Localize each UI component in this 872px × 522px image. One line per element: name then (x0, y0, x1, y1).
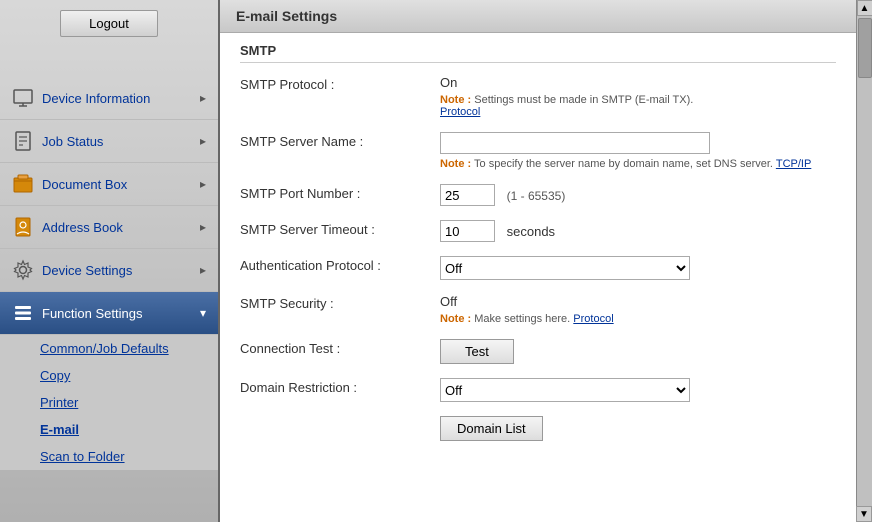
arrow-icon: ▸ (200, 220, 206, 234)
auth-protocol-label: Authentication Protocol : (240, 256, 440, 273)
function-settings-submenu: Common/Job Defaults Copy Printer E-mail … (0, 335, 218, 470)
submenu-item-common-job[interactable]: Common/Job Defaults (0, 335, 218, 362)
arrow-icon: ▸ (200, 134, 206, 148)
sidebar-item-label: Document Box (42, 177, 200, 192)
sidebar-item-address-book[interactable]: Address Book ▸ (0, 206, 218, 249)
smtp-server-name-input[interactable] (440, 132, 710, 154)
sidebar-item-label: Device Settings (42, 263, 200, 278)
smtp-port-range: (1 - 65535) (507, 189, 566, 203)
domain-restriction-value: Off On (440, 378, 836, 402)
auth-protocol-select[interactable]: Off On (440, 256, 690, 280)
device-info-icon (12, 87, 34, 109)
submenu-item-scan-to-folder[interactable]: Scan to Folder (0, 443, 218, 470)
smtp-port-value: (1 - 65535) (440, 184, 836, 206)
smtp-port-input[interactable] (440, 184, 495, 206)
note-text: Make settings here. (474, 313, 570, 325)
logout-button[interactable]: Logout (60, 10, 158, 37)
smtp-security-label: SMTP Security : (240, 294, 440, 311)
scroll-down-button[interactable]: ▼ (856, 506, 872, 522)
sidebar-item-label: Address Book (42, 220, 200, 235)
smtp-protocol-label: SMTP Protocol : (240, 75, 440, 92)
connection-test-value: Test (440, 339, 836, 364)
sidebar-item-label: Job Status (42, 134, 200, 149)
content-area: SMTP SMTP Protocol : On Note : Settings … (220, 33, 856, 522)
sidebar-item-document-box[interactable]: Document Box ▸ (0, 163, 218, 206)
note-text: Settings must be made in SMTP (E-mail TX… (474, 94, 693, 106)
smtp-security-value: Off Note : Make settings here. Protocol (440, 294, 836, 325)
note-label: Note : (440, 94, 471, 106)
connection-test-label: Connection Test : (240, 339, 440, 356)
arrow-icon: ▸ (200, 263, 206, 277)
scroll-up-button[interactable]: ▲ (857, 0, 872, 16)
note-label: Note : (440, 313, 471, 325)
smtp-security-status: Off (440, 294, 836, 309)
smtp-port-label: SMTP Port Number : (240, 184, 440, 201)
test-button[interactable]: Test (440, 339, 514, 364)
submenu-item-printer[interactable]: Printer (0, 389, 218, 416)
smtp-protocol-value: On Note : Settings must be made in SMTP … (440, 75, 836, 118)
address-book-icon (12, 216, 34, 238)
job-status-icon (12, 130, 34, 152)
sidebar-item-function-settings[interactable]: Function Settings ▾ (0, 292, 218, 335)
tcpip-link[interactable]: TCP/IP (776, 158, 811, 170)
seconds-label: seconds (507, 224, 555, 239)
domain-restriction-label: Domain Restriction : (240, 378, 440, 395)
smtp-timeout-input[interactable] (440, 220, 495, 242)
main-content: E-mail Settings SMTP SMTP Protocol : On … (220, 0, 856, 522)
page-title: E-mail Settings (220, 0, 856, 33)
device-settings-icon (12, 259, 34, 281)
domain-restriction-row: Domain Restriction : Off On (240, 378, 836, 402)
auth-protocol-row: Authentication Protocol : Off On (240, 256, 836, 280)
section-smtp: SMTP (240, 43, 836, 63)
document-box-icon (12, 173, 34, 195)
smtp-timeout-row: SMTP Server Timeout : seconds (240, 220, 836, 242)
smtp-server-name-row: SMTP Server Name : Note : To specify the… (240, 132, 836, 170)
smtp-server-note: Note : To specify the server name by dom… (440, 158, 836, 170)
auth-protocol-value: Off On (440, 256, 836, 280)
domain-list-row: Domain List (240, 416, 836, 441)
smtp-security-note: Note : Make settings here. Protocol (440, 313, 836, 325)
sidebar-item-job-status[interactable]: Job Status ▸ (0, 120, 218, 163)
submenu-item-email[interactable]: E-mail (0, 416, 218, 443)
smtp-security-row: SMTP Security : Off Note : Make settings… (240, 294, 836, 325)
sidebar-nav: Device Information ▸ Job Status ▸ Docume… (0, 77, 218, 470)
arrow-icon: ▸ (200, 91, 206, 105)
submenu-item-copy[interactable]: Copy (0, 362, 218, 389)
security-protocol-link[interactable]: Protocol (573, 313, 613, 325)
sidebar-item-device-information[interactable]: Device Information ▸ (0, 77, 218, 120)
note-text: To specify the server name by domain nam… (474, 158, 773, 170)
function-settings-icon (12, 302, 34, 324)
smtp-server-name-label: SMTP Server Name : (240, 132, 440, 149)
domain-list-button[interactable]: Domain List (440, 416, 543, 441)
scrollbar: ▲ ▼ (856, 0, 872, 522)
smtp-port-row: SMTP Port Number : (1 - 65535) (240, 184, 836, 206)
arrow-icon: ▸ (200, 177, 206, 191)
sidebar-item-label: Function Settings (42, 306, 200, 321)
chevron-down-icon: ▾ (200, 306, 206, 320)
protocol-link[interactable]: Protocol (440, 106, 480, 118)
smtp-protocol-row: SMTP Protocol : On Note : Settings must … (240, 75, 836, 118)
smtp-server-name-value: Note : To specify the server name by dom… (440, 132, 836, 170)
note-label: Note : (440, 158, 471, 170)
sidebar-item-device-settings[interactable]: Device Settings ▸ (0, 249, 218, 292)
domain-restriction-select[interactable]: Off On (440, 378, 690, 402)
connection-test-row: Connection Test : Test (240, 339, 836, 364)
sidebar-item-label: Device Information (42, 91, 200, 106)
smtp-protocol-note: Note : Settings must be made in SMTP (E-… (440, 94, 836, 118)
smtp-timeout-label: SMTP Server Timeout : (240, 220, 440, 237)
scrollbar-thumb[interactable] (858, 18, 872, 78)
sidebar: Logout Device Information ▸ Job Status ▸… (0, 0, 220, 522)
smtp-protocol-status: On (440, 75, 836, 90)
smtp-timeout-value: seconds (440, 220, 836, 242)
